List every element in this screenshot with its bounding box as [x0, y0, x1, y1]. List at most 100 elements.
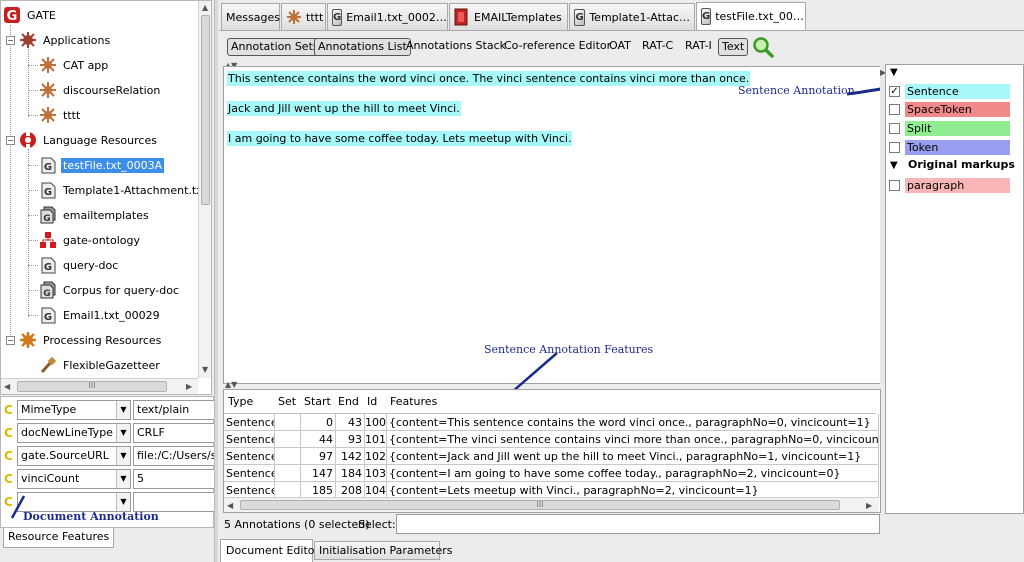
- collapse-language-resources-icon[interactable]: −: [6, 136, 15, 145]
- oat-toggle[interactable]: OAT: [606, 38, 634, 56]
- type-checkbox[interactable]: [889, 104, 900, 116]
- cell-set[interactable]: [275, 431, 301, 448]
- chevron-down-icon[interactable]: ▼: [116, 401, 130, 419]
- cell-end[interactable]: 184: [336, 465, 365, 482]
- tab-initialisation-parameters[interactable]: Initialisation Parameters: [314, 541, 453, 560]
- tree-horizontal-scrollbar[interactable]: ◀ III ▶: [1, 378, 198, 394]
- type-checkbox[interactable]: ✓: [889, 85, 900, 97]
- tree-processing-resources[interactable]: Processing Resources: [19, 329, 163, 351]
- column-header-end[interactable]: End: [335, 391, 365, 413]
- collapse-processing-resources-icon[interactable]: −: [6, 336, 15, 345]
- tree-item-gate-ontology[interactable]: gate-ontology: [39, 229, 142, 251]
- search-icon[interactable]: [752, 36, 774, 58]
- scroll-left-icon[interactable]: ◀: [227, 501, 233, 510]
- feature-row[interactable]: C gate.SourceURL ▼ file:/C:/Users/sa: [1, 445, 215, 467]
- scroll-thumb[interactable]: III: [17, 381, 167, 392]
- annotations-stack-toggle[interactable]: Annotations Stack: [403, 38, 509, 56]
- cell-end[interactable]: 93: [336, 431, 365, 448]
- type-label[interactable]: SpaceToken: [905, 102, 1010, 118]
- expand-original-markups-icon[interactable]: ▼: [890, 160, 898, 171]
- scroll-left-icon[interactable]: ◀: [4, 382, 10, 391]
- feature-name-combo[interactable]: ▼: [17, 492, 131, 512]
- feature-row[interactable]: C docNewLineType ▼ CRLF: [1, 422, 215, 444]
- tree-applications[interactable]: Applications: [19, 29, 112, 51]
- annotation-sets-toggle[interactable]: Annotation Sets: [227, 38, 323, 56]
- type-label[interactable]: paragraph: [905, 177, 1010, 193]
- type-label[interactable]: Split: [905, 120, 1010, 136]
- cell-type[interactable]: Sentence: [224, 414, 275, 431]
- annotation-type-row[interactable]: Split: [889, 120, 1010, 136]
- cell-id[interactable]: 102: [365, 448, 387, 465]
- scroll-right-icon[interactable]: ▶: [866, 501, 872, 510]
- cell-set[interactable]: [275, 414, 301, 431]
- column-header-features[interactable]: Features: [387, 391, 877, 413]
- feature-value[interactable]: file:/C:/Users/sa: [133, 446, 215, 466]
- expand-default-set-icon[interactable]: ▼: [890, 67, 898, 78]
- feature-name-combo[interactable]: vinciCount ▼: [17, 469, 131, 489]
- document-line[interactable]: I am going to have some coffee today. Le…: [227, 131, 573, 146]
- column-header-type[interactable]: Type: [225, 391, 273, 413]
- cell-type[interactable]: Sentence: [224, 431, 275, 448]
- scroll-right-icon[interactable]: ▶: [186, 382, 192, 391]
- tree-item-tttt[interactable]: tttt: [39, 104, 82, 126]
- tab-email1[interactable]: G Email1.txt_0002…: [327, 3, 448, 30]
- tree-language-resources[interactable]: Language Resources: [19, 129, 159, 151]
- cell-features[interactable]: {content=I am going to have some coffee …: [387, 465, 879, 482]
- tab-resource-features[interactable]: Resource Features: [3, 528, 115, 548]
- cell-set[interactable]: [275, 448, 301, 465]
- tree-item-corpus-query-doc[interactable]: G Corpus for query-doc: [39, 279, 181, 301]
- type-label[interactable]: Token: [905, 139, 1010, 155]
- cell-end[interactable]: 43: [336, 414, 365, 431]
- scroll-down-icon[interactable]: ▼: [202, 365, 208, 374]
- cell-start[interactable]: 97: [301, 448, 336, 465]
- column-header-id[interactable]: Id: [364, 391, 386, 413]
- select-input[interactable]: [396, 514, 880, 534]
- feature-value[interactable]: text/plain: [133, 400, 215, 420]
- table-horizontal-scrollbar[interactable]: ◀ III ▶: [224, 497, 879, 512]
- tab-emailtemplates[interactable]: EMAILTemplates: [449, 3, 568, 30]
- tab-document-editor[interactable]: Document Editor: [220, 539, 319, 562]
- cell-end[interactable]: 142: [336, 448, 365, 465]
- annotation-type-row[interactable]: paragraph: [889, 177, 1010, 193]
- collapse-table-pane-icon[interactable]: ▲▼: [225, 380, 237, 389]
- annotations-list-toggle[interactable]: Annotations List: [314, 38, 411, 56]
- cell-id[interactable]: 100: [365, 414, 387, 431]
- annotation-type-row[interactable]: ✓ Sentence: [889, 83, 1010, 99]
- tab-template1[interactable]: G Template1-Attac…: [569, 3, 695, 30]
- tree-item-cat-app[interactable]: CAT app: [39, 54, 110, 76]
- resource-tree[interactable]: − − − G GATE Applications CAT app discou…: [0, 0, 212, 395]
- feature-name-combo[interactable]: gate.SourceURL ▼: [17, 446, 131, 466]
- column-header-start[interactable]: Start: [301, 391, 336, 413]
- rat-c-toggle[interactable]: RAT-C: [639, 38, 676, 56]
- tree-item-flexible-gazetteer[interactable]: FlexibleGazetteer: [39, 354, 162, 376]
- annotation-type-row[interactable]: Token: [889, 139, 1010, 155]
- type-checkbox[interactable]: [889, 122, 900, 134]
- cell-features[interactable]: {content=This sentence contains the word…: [387, 414, 879, 431]
- text-toggle[interactable]: Text: [718, 38, 749, 56]
- tree-item-template1[interactable]: G Template1-Attachment.txt_0: [39, 179, 211, 201]
- annotation-type-row[interactable]: SpaceToken: [889, 102, 1010, 118]
- tree-item-discourse-relation[interactable]: discourseRelation: [39, 79, 162, 101]
- column-header-set[interactable]: Set: [275, 391, 301, 413]
- chevron-down-icon[interactable]: ▼: [116, 470, 130, 488]
- collapse-applications-icon[interactable]: −: [6, 36, 15, 45]
- original-markups-set-label[interactable]: Original markups: [908, 158, 1015, 171]
- scroll-thumb[interactable]: III: [240, 500, 840, 510]
- cell-id[interactable]: 103: [365, 465, 387, 482]
- feature-name-combo[interactable]: docNewLineType ▼: [17, 423, 131, 443]
- tab-testfile[interactable]: G testFile.txt_00…: [696, 2, 806, 30]
- chevron-down-icon[interactable]: ▼: [116, 493, 130, 511]
- scroll-thumb[interactable]: [201, 15, 210, 205]
- feature-value[interactable]: 5: [133, 469, 215, 489]
- feature-name-combo[interactable]: MimeType ▼: [17, 400, 131, 420]
- cell-type[interactable]: Sentence: [224, 448, 275, 465]
- document-text-pane[interactable]: This sentence contains the word vinci on…: [223, 66, 881, 384]
- cell-id[interactable]: 101: [365, 431, 387, 448]
- tree-item-query-doc[interactable]: G query-doc: [39, 254, 120, 276]
- scroll-up-icon[interactable]: ▲: [202, 3, 208, 12]
- feature-value[interactable]: [133, 492, 215, 512]
- coreference-editor-toggle[interactable]: Co-reference Editor: [501, 38, 614, 56]
- cell-features[interactable]: {content=The vinci sentence contains vin…: [387, 431, 879, 448]
- type-checkbox[interactable]: [889, 141, 900, 153]
- rat-i-toggle[interactable]: RAT-I: [682, 38, 715, 56]
